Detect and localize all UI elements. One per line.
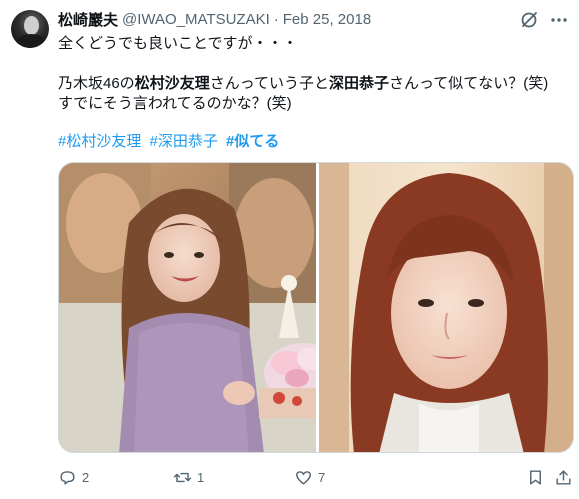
hashtag-link[interactable]: #似てる — [226, 133, 279, 150]
like-button[interactable]: 7 — [294, 466, 325, 488]
share-icon — [556, 469, 571, 485]
action-bar: 2 1 7 — [58, 466, 574, 488]
reply-button[interactable]: 2 — [58, 466, 89, 488]
share-button[interactable] — [554, 466, 573, 488]
hashtags: #松村沙友理 #深田恭子 #似てる — [58, 130, 283, 151]
hashtag-link[interactable]: #松村沙友理 — [58, 133, 141, 150]
reply-icon — [60, 470, 75, 485]
tweet-media[interactable] — [58, 162, 574, 453]
author-name[interactable]: 松崎巖夫 — [58, 9, 118, 30]
tweet-line-4: すでにそう言われてるのかな？(笑) — [58, 95, 292, 112]
tweet-text: 全くどうでも良いことですが・・・ 乃木坂46の松村沙友理さんっていう子と深田恭子… — [58, 34, 548, 114]
retweet-button[interactable]: 1 — [173, 466, 204, 488]
tweet-header: 松崎巖夫 @IWAO_MATSUZAKI · Feb 25, 2018 — [58, 9, 371, 29]
like-count: 7 — [318, 469, 326, 485]
avatar-shoulders — [16, 34, 46, 48]
header-separator: · — [273, 10, 279, 28]
line3-suffix: さんって似てない？(笑) — [388, 75, 549, 92]
photo-right[interactable] — [319, 163, 574, 453]
line3-mid: さんっていう子と — [209, 75, 329, 92]
line3-name1: 松村沙友理 — [134, 75, 210, 92]
bookmark-icon — [530, 469, 541, 485]
retweet-icon — [173, 472, 192, 482]
line3-prefix: 乃木坂46の — [58, 75, 135, 92]
bookmark-button[interactable] — [526, 466, 545, 488]
author-handle[interactable]: @IWAO_MATSUZAKI — [122, 11, 270, 28]
more-icon[interactable] — [548, 9, 570, 31]
like-icon — [296, 470, 311, 485]
grok-icon[interactable] — [519, 10, 539, 30]
line3-name2: 深田恭子 — [328, 75, 389, 92]
reply-count: 2 — [82, 469, 90, 485]
tweet-line-3: 乃木坂46の松村沙友理さんっていう子と深田恭子さんって似てない？(笑) — [58, 74, 548, 94]
avatar[interactable] — [11, 10, 49, 48]
avatar-face — [24, 16, 39, 35]
hashtag-link[interactable]: #深田恭子 — [150, 133, 218, 150]
tweet-line-1: 全くどうでも良いことですが・・・ — [58, 35, 298, 52]
retweet-count: 1 — [197, 469, 205, 485]
photo-left[interactable] — [59, 163, 316, 453]
tweet-date[interactable]: Feb 25, 2018 — [283, 11, 371, 28]
